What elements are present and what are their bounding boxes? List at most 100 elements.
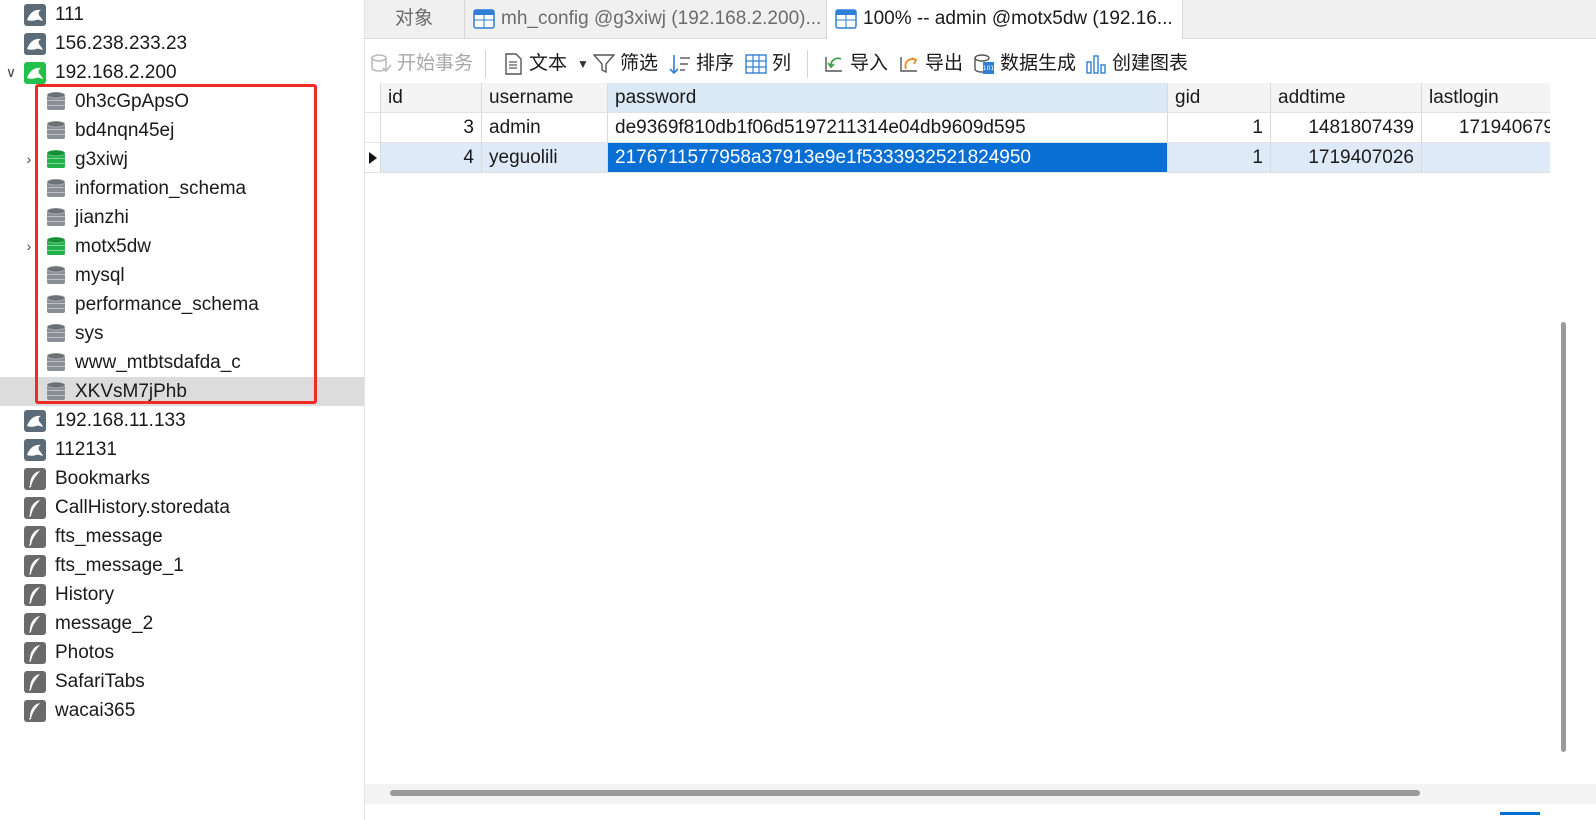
column-header-password[interactable]: password — [608, 83, 1168, 113]
database-label: mysql — [75, 265, 125, 286]
navigation-pane: 111 156.238.233.23 ∨ 192.168.2.200 0h3cG… — [0, 0, 365, 820]
document-icon — [505, 53, 522, 75]
database-item[interactable]: XKVsM7jPhb — [0, 377, 364, 406]
chevron-right-icon[interactable]: › — [20, 232, 38, 261]
tab-mh-config[interactable]: mh_config @g3xiwj (192.168.2.200)... — [465, 0, 827, 38]
table-row[interactable]: 4 yeguolili 2176711577958a37913e9e1f533393… — [365, 143, 1550, 173]
connection-item[interactable]: Photos — [0, 638, 364, 667]
database-item[interactable]: jianzhi — [0, 203, 364, 232]
connection-item[interactable]: 156.238.233.23 — [0, 29, 364, 58]
table-row[interactable]: 3 admin de9369f810db1f06d5197211314e04db96… — [365, 113, 1550, 143]
column-header-username[interactable]: username — [482, 83, 608, 113]
connection-label: 192.168.11.133 — [55, 410, 186, 431]
connection-item[interactable]: fts_message_1 — [0, 551, 364, 580]
connection-item[interactable]: 112131 — [0, 435, 364, 464]
grid-header-row: id username password gid addtime lastlogin — [365, 83, 1550, 113]
status-indicator — [1500, 812, 1540, 815]
connection-item[interactable]: 111 — [0, 0, 364, 29]
columns-label: 列 — [772, 53, 792, 74]
grid-cell-gid[interactable]: 1 — [1168, 113, 1271, 143]
database-icon — [46, 207, 66, 226]
database-binary-icon: 101 — [974, 54, 994, 74]
database-item[interactable]: mysql — [0, 261, 364, 290]
database-item[interactable]: www_mtbtsdafda_c — [0, 348, 364, 377]
sqlite-feather-icon — [24, 468, 46, 490]
grid-cell-username[interactable]: admin — [482, 113, 608, 143]
database-item[interactable]: 0h3cGpApsO — [0, 87, 364, 116]
filter-button[interactable]: 筛选 — [593, 45, 658, 83]
column-header-id[interactable]: id — [381, 83, 482, 113]
sqlite-feather-icon — [24, 555, 46, 577]
sqlite-feather-icon — [24, 526, 46, 548]
database-label: motx5dw — [75, 236, 152, 257]
database-item[interactable]: sys — [0, 319, 364, 348]
connection-item[interactable]: Bookmarks — [0, 464, 364, 493]
sqlite-feather-icon — [24, 700, 46, 722]
connection-item[interactable]: message_2 — [0, 609, 364, 638]
tab-bar: 对象 mh_config @g3xiwj (192.168.2.200)... … — [365, 0, 1596, 39]
tab-label: 100% -- admin @motx5dw (192.16... — [863, 8, 1173, 29]
connection-item[interactable]: CallHistory.storedata — [0, 493, 364, 522]
connection-label: History — [55, 584, 115, 605]
connection-item[interactable]: wacai365 — [0, 696, 364, 725]
column-header-lastlogin[interactable]: lastlogin — [1422, 83, 1550, 113]
database-item[interactable]: information_schema — [0, 174, 364, 203]
column-header-gid[interactable]: gid — [1168, 83, 1271, 113]
connection-item[interactable]: SafariTabs — [0, 667, 364, 696]
connection-label: Photos — [55, 642, 115, 663]
horizontal-scrollbar[interactable] — [390, 790, 1420, 796]
grid-cell-addtime[interactable]: 1481807439 — [1271, 113, 1422, 143]
database-label: XKVsM7jPhb — [75, 381, 187, 402]
sort-button[interactable]: 排序 — [669, 45, 734, 83]
connection-tree: 111 156.238.233.23 ∨ 192.168.2.200 0h3cG… — [0, 0, 364, 725]
data-generation-button[interactable]: 101 数据生成 — [973, 45, 1076, 83]
database-label: sys — [75, 323, 104, 344]
grid-cell-gid[interactable]: 1 — [1168, 143, 1271, 173]
sqlite-feather-icon — [24, 584, 46, 606]
grid-cell-username[interactable]: yeguolili — [482, 143, 608, 173]
database-icon — [46, 323, 66, 342]
export-button[interactable]: 导出 — [898, 45, 963, 83]
database-open-icon — [46, 236, 66, 255]
database-item[interactable]: › g3xiwj — [0, 145, 364, 174]
grid-cell-lastlogin[interactable]: 171940679 — [1422, 113, 1550, 143]
tab-label: 对象 — [395, 8, 434, 29]
grid-cell-id[interactable]: 4 — [381, 143, 482, 173]
filter-label: 筛选 — [620, 53, 659, 74]
import-button[interactable]: 导入 — [823, 45, 888, 83]
mysql-connection-icon — [24, 439, 46, 461]
chevron-right-icon[interactable]: › — [20, 145, 38, 174]
begin-transaction-button[interactable]: 开始事务 — [370, 45, 473, 83]
grid-cell-id[interactable]: 3 — [381, 113, 482, 143]
import-icon — [825, 57, 842, 72]
text-view-button[interactable]: 文本 ▼ — [502, 45, 589, 83]
connection-item[interactable]: 192.168.11.133 — [0, 406, 364, 435]
grid-cell-password[interactable]: de9369f810db1f06d5197211314e04db9609d595 — [608, 113, 1168, 143]
grid-cell-addtime[interactable]: 1719407026 — [1271, 143, 1422, 173]
column-header-addtime[interactable]: addtime — [1271, 83, 1422, 113]
database-icon — [46, 91, 66, 110]
grid-cell-lastlogin[interactable] — [1422, 143, 1550, 173]
vertical-scrollbar[interactable] — [1561, 322, 1566, 752]
database-item[interactable]: performance_schema — [0, 290, 364, 319]
tab-label: mh_config @g3xiwj (192.168.2.200)... — [501, 8, 822, 29]
connection-item[interactable]: fts_message — [0, 522, 364, 551]
database-label: performance_schema — [75, 294, 259, 315]
mysql-connection-icon — [24, 62, 46, 84]
sqlite-feather-icon — [24, 613, 46, 635]
database-icon — [46, 352, 66, 371]
row-marker — [365, 143, 381, 173]
tab-objects[interactable]: 对象 — [365, 0, 465, 38]
connection-item[interactable]: History — [0, 580, 364, 609]
data-grid: id username password gid addtime lastlogin 3a… — [365, 83, 1550, 788]
database-icon — [46, 265, 66, 284]
connection-item-active[interactable]: ∨ 192.168.2.200 — [0, 58, 364, 87]
transaction-icon — [371, 54, 392, 73]
create-chart-button[interactable]: 创建图表 — [1085, 45, 1188, 83]
tab-admin-motx5dw[interactable]: 100% -- admin @motx5dw (192.16... — [827, 0, 1183, 39]
chevron-down-icon[interactable]: ∨ — [2, 58, 20, 87]
grid-cell-password[interactable]: 2176711577958a37913e9e1f5333932521824950 — [608, 143, 1168, 173]
columns-button[interactable]: 列 — [745, 45, 791, 83]
database-item[interactable]: › motx5dw — [0, 232, 364, 261]
database-item[interactable]: bd4nqn45ej — [0, 116, 364, 145]
